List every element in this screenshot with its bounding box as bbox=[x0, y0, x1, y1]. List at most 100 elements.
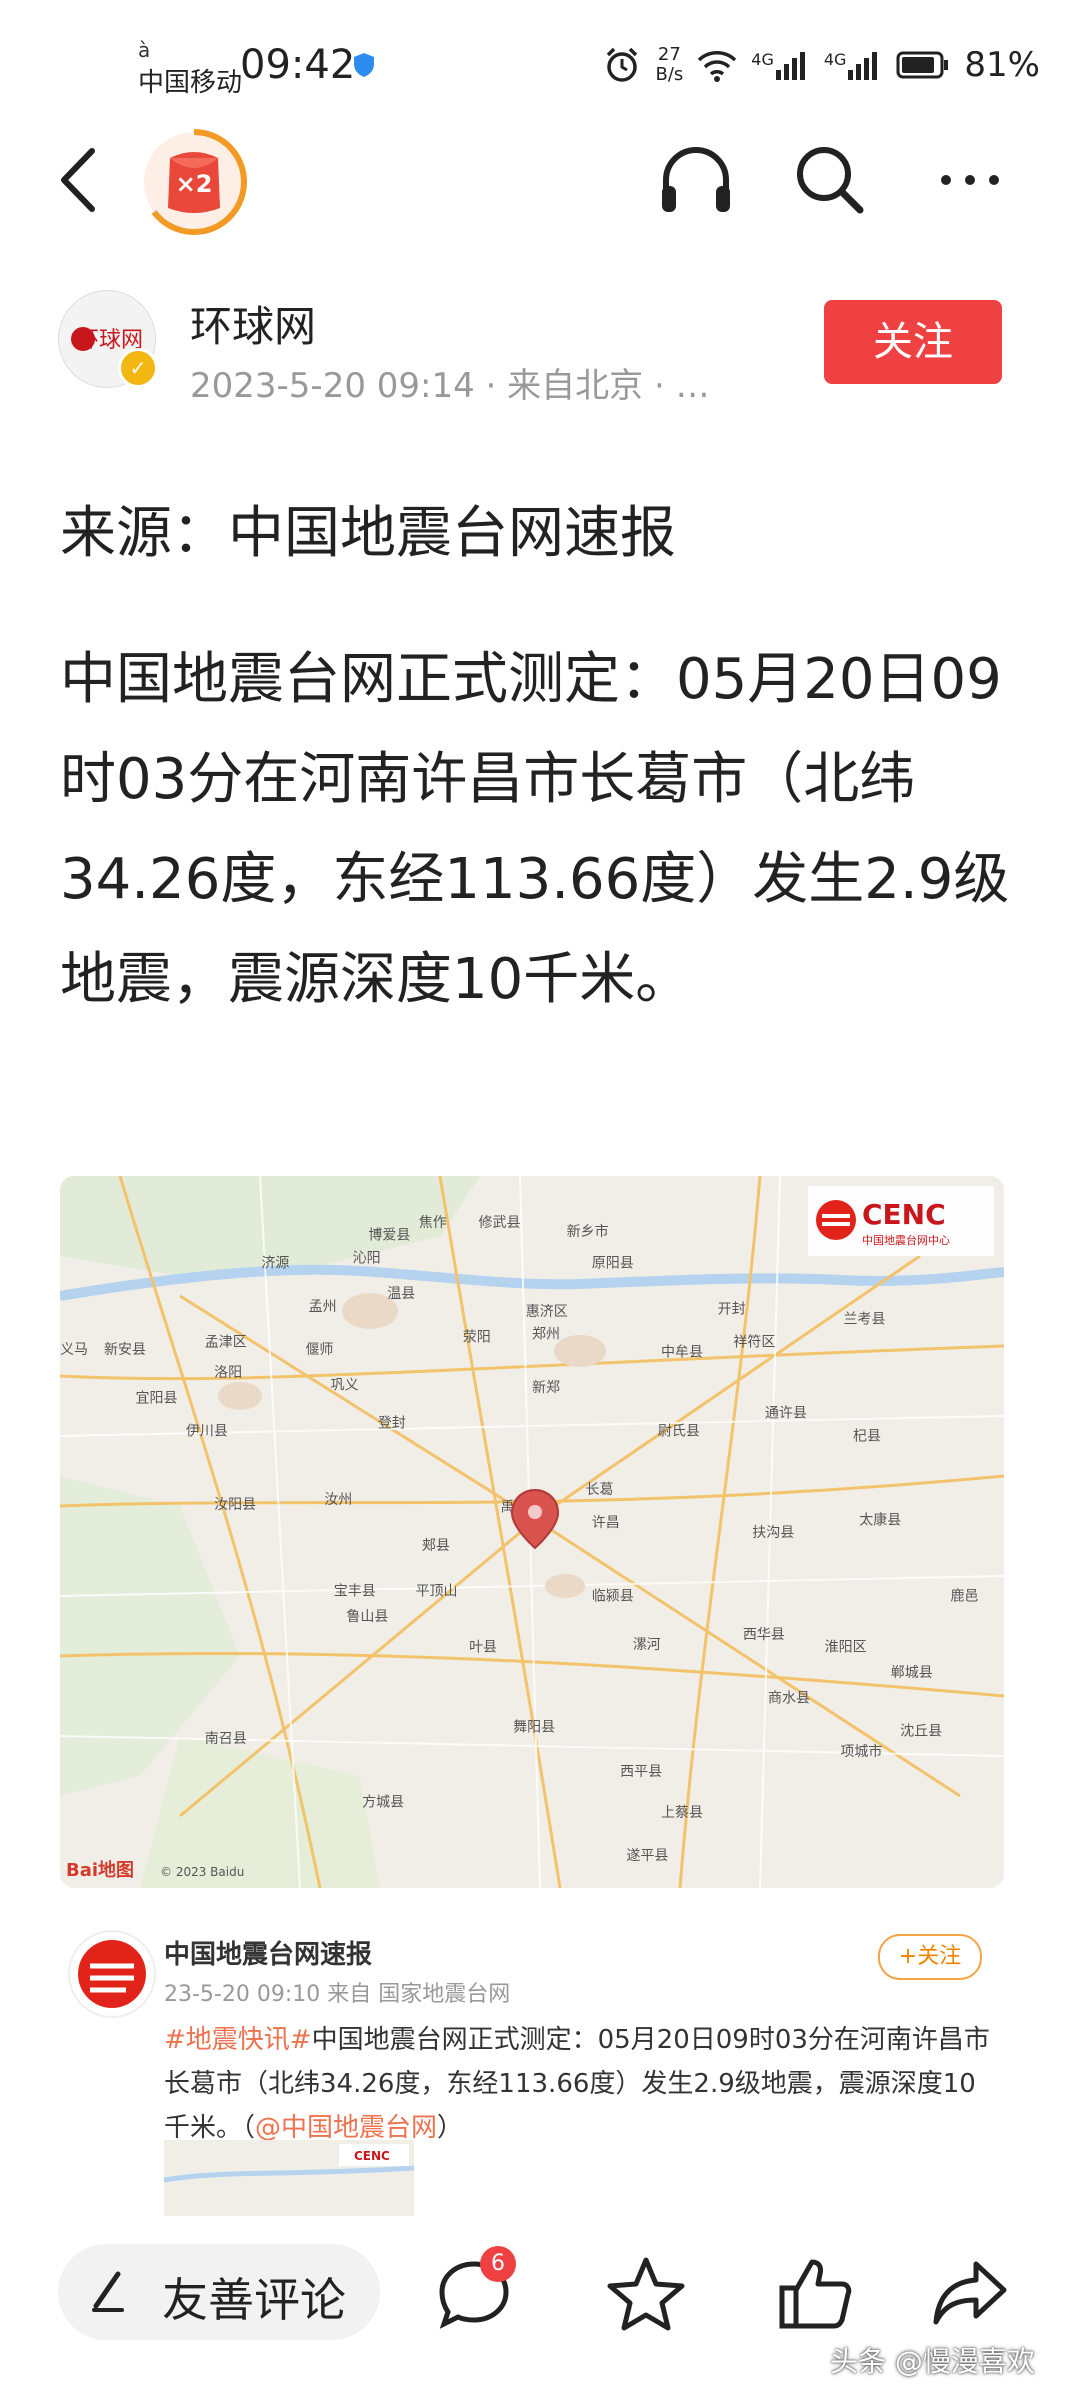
pen-icon bbox=[92, 2271, 124, 2312]
map-place-label: 登封 bbox=[378, 1416, 406, 1432]
map-place-label: 太康县 bbox=[859, 1511, 901, 1528]
headphones-icon[interactable] bbox=[656, 140, 736, 220]
map-place-label: 巩义 bbox=[331, 1378, 359, 1394]
weibo-mention[interactable]: @中国地震台网 bbox=[255, 2113, 437, 2143]
wifi-icon bbox=[698, 51, 737, 82]
signal-1: 4G bbox=[751, 50, 810, 80]
map-place-label: 荥阳 bbox=[463, 1329, 491, 1345]
map-place-label: 汝州 bbox=[324, 1492, 352, 1508]
map-place-label: 遂平县 bbox=[626, 1848, 668, 1864]
map-place-label: 郏县 bbox=[422, 1538, 450, 1554]
map-place-label: 焦作 bbox=[419, 1215, 447, 1231]
weibo-avatar[interactable] bbox=[68, 1930, 156, 2018]
shield-icon bbox=[354, 53, 374, 77]
thumbs-up-icon[interactable] bbox=[776, 2254, 856, 2334]
share-icon[interactable] bbox=[930, 2254, 1010, 2334]
comment-count-badge: 6 bbox=[480, 2246, 516, 2282]
map-place-label: 兰考县 bbox=[844, 1311, 886, 1327]
map-place-label: 温县 bbox=[387, 1286, 415, 1302]
more-icon[interactable] bbox=[930, 140, 1010, 220]
map-place-label: 宝丰县 bbox=[334, 1584, 376, 1600]
article-meta: 2023-5-20 09:14 · 来自北京 · … bbox=[190, 366, 710, 406]
map-place-label: 尉氏县 bbox=[658, 1423, 700, 1439]
map-place-label: 鹿邑 bbox=[951, 1588, 979, 1605]
map-place-label: 平顶山 bbox=[416, 1584, 458, 1600]
map-place-label: 汝阳县 bbox=[214, 1497, 256, 1513]
map-place-label: 鲁山县 bbox=[346, 1609, 388, 1625]
baidu-logo: Bai地图 bbox=[66, 1859, 134, 1881]
map-place-label: 开封 bbox=[718, 1301, 746, 1317]
battery-level: 81% bbox=[964, 45, 1040, 85]
signal-bars-icon bbox=[775, 52, 805, 80]
map-place-label: 沈丘县 bbox=[900, 1723, 942, 1739]
map-place-label: 漯河 bbox=[633, 1637, 661, 1653]
map-copyright: © 2023 Baidu bbox=[160, 1865, 244, 1879]
map-place-label: 洛阳 bbox=[214, 1365, 242, 1381]
map-place-label: 舞阳县 bbox=[513, 1720, 555, 1736]
cenc-avatar-icon bbox=[78, 1940, 146, 2008]
badge-multiplier: ×2 bbox=[175, 170, 213, 198]
weibo-time-source: 23-5-20 09:10 来自 国家地震台网 bbox=[164, 1982, 511, 2007]
map-place-label: 偃师 bbox=[305, 1341, 333, 1358]
search-icon[interactable] bbox=[790, 140, 870, 220]
back-icon[interactable] bbox=[50, 145, 110, 215]
weibo-follow-button[interactable]: +关注 bbox=[878, 1934, 982, 1980]
signal-2: 4G bbox=[824, 50, 883, 80]
carrier-indicator: à bbox=[138, 38, 151, 62]
map-place-label: 西华县 bbox=[743, 1627, 785, 1643]
weibo-account-name[interactable]: 中国地震台网速报 bbox=[164, 1934, 372, 1971]
map-place-label: 郑州 bbox=[532, 1327, 560, 1343]
earthquake-map-image[interactable]: 焦作 修武县 新乡市 博爱县 济源 沁阳 原阳县 孟州 温县 郑州 惠济区 开封 兰考县 孟津区 偃师 荥阳中… bbox=[60, 1176, 1004, 1888]
map-place-label: 杞县 bbox=[853, 1428, 881, 1444]
red-packet-badge[interactable]: ×2 bbox=[140, 128, 248, 236]
signal-bars-icon bbox=[848, 52, 878, 80]
article-paragraph: 中国地震台网正式测定：05月20日09时03分在河南许昌市长葛市（北纬34.26… bbox=[60, 647, 1010, 1012]
net-speed: 27 B/s bbox=[655, 44, 684, 85]
alarm-icon bbox=[607, 47, 638, 82]
svg-text:CENC: CENC bbox=[862, 1198, 946, 1231]
map-place-label: 中牟县 bbox=[661, 1345, 703, 1361]
map-place-label: 临颍县 bbox=[592, 1589, 634, 1605]
map-canvas: 焦作 修武县新乡市博爱县济源 沁阳 原阳县孟州温县郑州惠济区 开封兰考县孟津区 偃师荥阳中… bbox=[60, 1176, 1004, 1888]
map-place-label: 扶沟县 bbox=[752, 1525, 794, 1541]
map-place-label: 郸城县 bbox=[891, 1665, 933, 1681]
map-place-label: 沁阳 bbox=[353, 1250, 381, 1266]
map-place-label: 惠济区 bbox=[526, 1304, 568, 1320]
comment-input[interactable]: 友善评论 bbox=[58, 2244, 380, 2340]
svg-text:中国地震台网中心: 中国地震台网中心 bbox=[862, 1233, 950, 1247]
map-place-label: 义马 bbox=[60, 1342, 88, 1358]
map-place-label: 通许县 bbox=[765, 1406, 807, 1422]
map-place-label: 新郑 bbox=[532, 1380, 560, 1396]
clock: 09:42 bbox=[240, 42, 356, 88]
map-place-label: 伊川县 bbox=[186, 1423, 228, 1439]
star-icon[interactable] bbox=[606, 2254, 686, 2334]
map-place-label: 原阳县 bbox=[592, 1256, 634, 1272]
map-place-label: 淮阳区 bbox=[825, 1640, 867, 1656]
map-place-label: 宜阳县 bbox=[136, 1390, 178, 1406]
map-place-label: 许昌 bbox=[592, 1515, 620, 1531]
svg-text:CENC: CENC bbox=[354, 2149, 390, 2163]
verified-badge-icon: ✓ bbox=[118, 348, 158, 388]
map-place-label: 商水县 bbox=[768, 1690, 810, 1706]
status-bar: à 中国移动 09:42 27 B/s 4G 4G 81% bbox=[0, 0, 1080, 130]
map-place-label: 新乡市 bbox=[567, 1223, 609, 1240]
map-place-label: 新安县 bbox=[104, 1342, 146, 1358]
comment-placeholder: 友善评论 bbox=[162, 2273, 346, 2327]
map-place-label: 博爱县 bbox=[368, 1227, 410, 1244]
article-source: 来源：中国地震台网速报 bbox=[60, 501, 676, 566]
author-name[interactable]: 环球网 bbox=[190, 293, 316, 354]
map-place-label: 南召县 bbox=[205, 1731, 247, 1747]
map-place-label: 项城市 bbox=[840, 1743, 882, 1760]
status-icons: 27 B/s 4G 4G 81% bbox=[603, 40, 1040, 90]
map-place-label: 修武县 bbox=[479, 1215, 521, 1231]
battery-icon bbox=[896, 51, 949, 79]
map-place-label: 祥符区 bbox=[733, 1334, 775, 1350]
follow-button[interactable]: 关注 bbox=[824, 300, 1002, 384]
map-place-label: 方城县 bbox=[362, 1795, 404, 1811]
carrier-name: 中国移动 bbox=[138, 68, 243, 98]
map-place-label: 上蔡县 bbox=[661, 1805, 703, 1821]
map-place-label: 西平县 bbox=[620, 1764, 662, 1780]
weibo-text: #地震快讯#中国地震台网正式测定：05月20日09时03分在河南许昌市长葛市（北… bbox=[164, 2025, 990, 2143]
weibo-hashtag[interactable]: #地震快讯# bbox=[164, 2025, 312, 2055]
map-place-label: 叶县 bbox=[469, 1640, 497, 1656]
